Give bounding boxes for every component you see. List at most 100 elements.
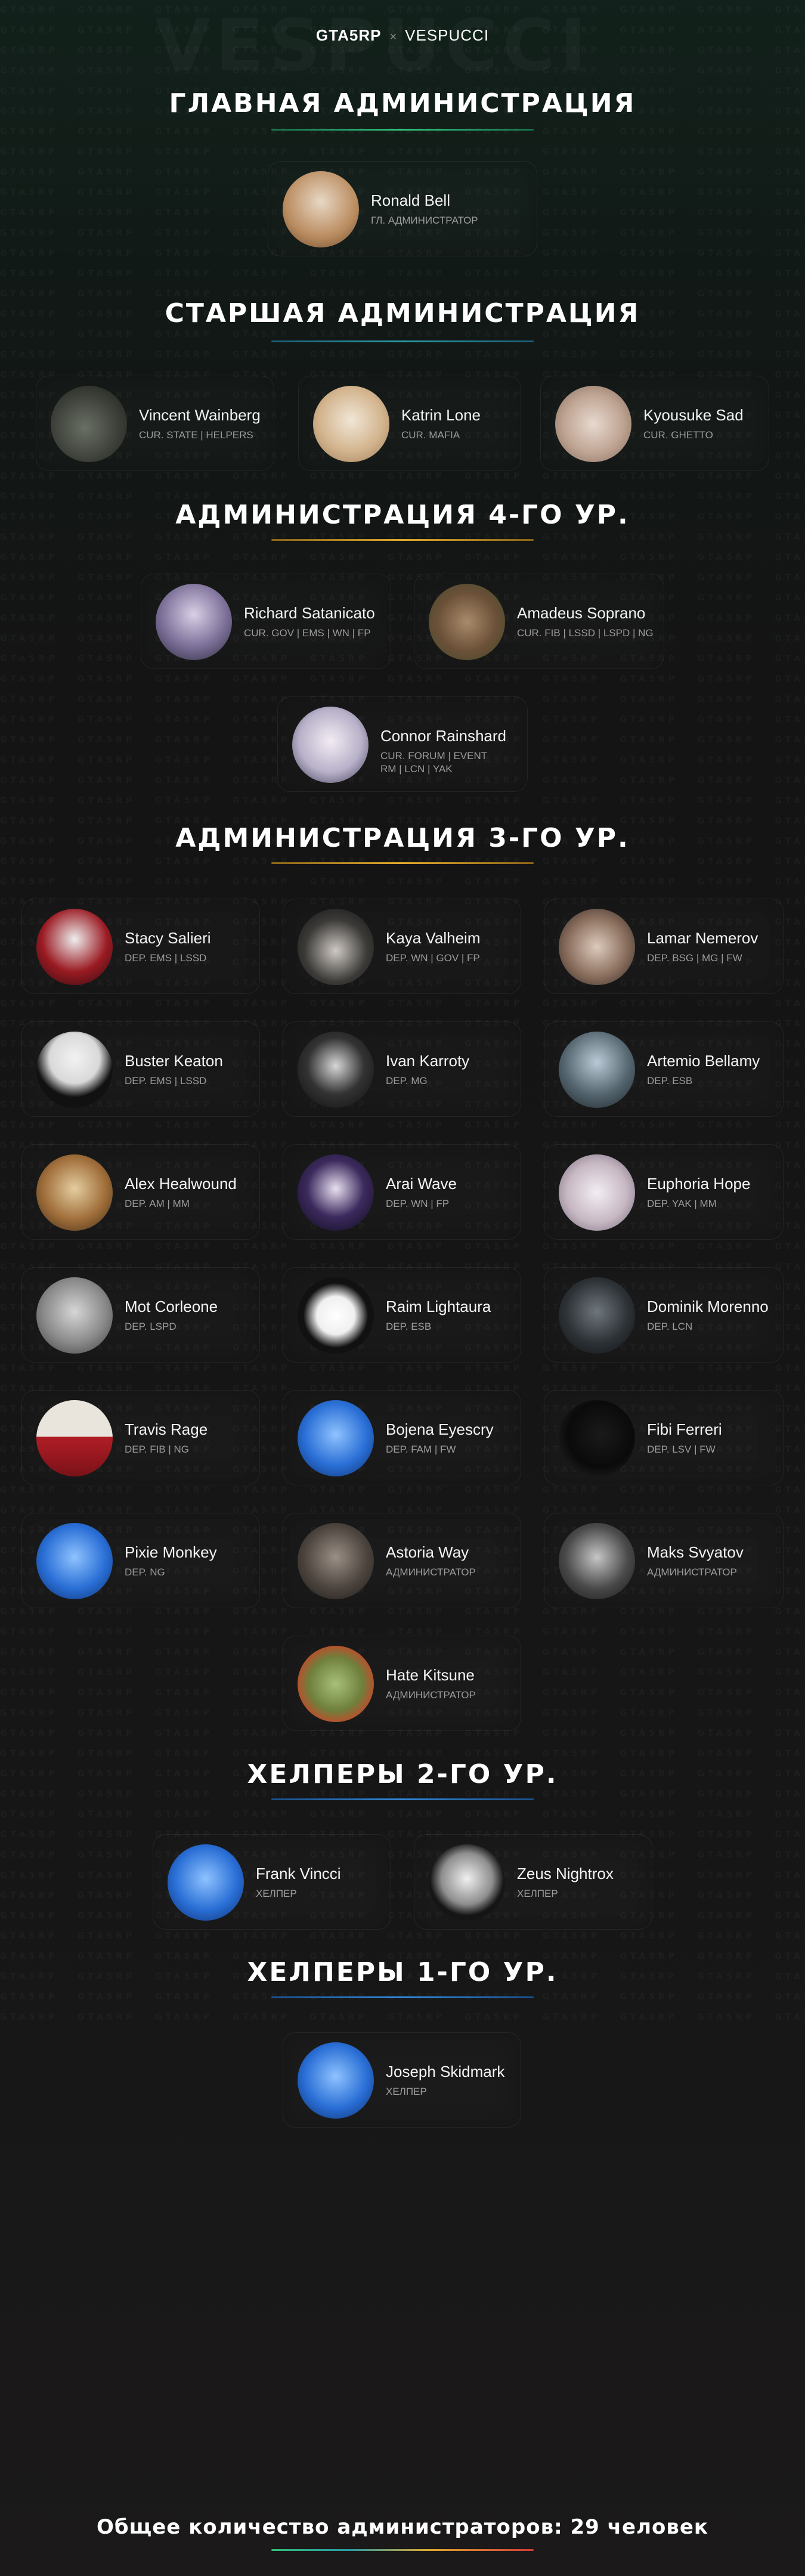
avatar (36, 1032, 113, 1108)
member-name: Travis Rage (125, 1420, 208, 1438)
section-title-lvl3: АДМИНИСТРАЦИЯ 3-ГО УР. (175, 823, 630, 853)
avatar (313, 386, 389, 462)
member-card[interactable]: Vincent Wainberg CUR. STATE | HELPERS (36, 376, 274, 471)
section-title-helpers1: ХЕЛПЕРЫ 1-ГО УР. (247, 1957, 558, 1987)
member-role: DEP. WN | GOV | FP (386, 952, 480, 964)
member-card[interactable]: Joseph Skidmark ХЕЛПЕР (283, 2032, 521, 2128)
member-card[interactable]: Connor Rainshard CUR. FORUM | EVENT RM |… (277, 696, 528, 792)
member-card[interactable]: Ronald Bell ГЛ. АДМИНИСТРАТОР (268, 161, 537, 256)
background-watermark-logo: VESPUCCI (155, 5, 591, 88)
avatar (168, 1844, 244, 1921)
member-card[interactable]: Richard Satanicato CUR. GOV | EMS | WN |… (141, 574, 391, 669)
member-card[interactable]: Dominik Morenno DEP. LCN (544, 1267, 784, 1363)
avatar (429, 584, 505, 660)
section-title-lvl4: АДМИНИСТРАЦИЯ 4-ГО УР. (175, 500, 630, 530)
member-role: DEP. EMS | LSSD (125, 952, 207, 964)
member-card[interactable]: Astoria Way АДМИНИСТРАТОР (283, 1513, 521, 1608)
member-role: DEP. AM | MM (125, 1198, 190, 1209)
member-role: ХЕЛПЕР (386, 2086, 427, 2097)
section-underline (271, 539, 534, 541)
member-card[interactable]: Hate Kitsune АДМИНИСТРАТОР (283, 1636, 521, 1731)
avatar (36, 1523, 113, 1599)
avatar (429, 1844, 505, 1921)
member-name: Frank Vincci (256, 1865, 341, 1883)
member-role: CUR. STATE | HELPERS (139, 429, 253, 441)
member-role: CUR. FORUM | EVENT RM | LCN | YAK (380, 750, 488, 775)
member-name: Mot Corleone (125, 1298, 218, 1315)
member-name: Artemio Bellamy (647, 1052, 760, 1070)
brand-header: GTA5RP × VESPUCCI (0, 26, 805, 45)
member-role: АДМИНИСТРАТОР (386, 1689, 476, 1701)
member-card[interactable]: Ivan Karroty DEP. MG (283, 1021, 521, 1117)
member-name: Maks Svyatov (647, 1543, 744, 1561)
member-role: ХЕЛПЕР (517, 1888, 558, 1899)
member-name: Lamar Nemerov (647, 929, 758, 947)
brand-vespucci: VESPUCCI (405, 26, 490, 44)
member-card[interactable]: Kaya Valheim DEP. WN | GOV | FP (283, 899, 521, 994)
avatar (36, 1154, 113, 1231)
member-name: Arai Wave (386, 1175, 457, 1193)
member-card[interactable]: Mot Corleone DEP. LSPD (21, 1267, 260, 1363)
member-role: DEP. ESB (647, 1075, 693, 1086)
member-card[interactable]: Frank Vincci ХЕЛПЕР (153, 1834, 391, 1930)
member-name: Alex Healwound (125, 1175, 237, 1193)
footer-underline (271, 2549, 534, 2551)
avatar (298, 1523, 374, 1599)
avatar (298, 1277, 374, 1354)
member-role: DEP. LSV | FW (647, 1444, 716, 1455)
member-card[interactable]: Lamar Nemerov DEP. BSG | MG | FW (544, 899, 784, 994)
avatar (559, 1277, 635, 1354)
member-role: DEP. WN | FP (386, 1198, 450, 1209)
member-card[interactable]: Amadeus Soprano CUR. FIB | LSSD | LSPD |… (414, 574, 664, 669)
section-underline (271, 1996, 534, 1998)
avatar (555, 386, 631, 462)
member-name: Stacy Salieri (125, 929, 211, 947)
member-name: Euphoria Hope (647, 1175, 751, 1193)
member-name: Katrin Lone (401, 406, 481, 424)
member-role: CUR. MAFIA (401, 429, 460, 441)
member-card[interactable]: Alex Healwound DEP. AM | MM (21, 1144, 260, 1240)
member-card[interactable]: Arai Wave DEP. WN | FP (283, 1144, 521, 1240)
avatar (298, 1154, 374, 1231)
section-title-helpers2: ХЕЛПЕРЫ 2-ГО УР. (247, 1759, 558, 1789)
member-role: АДМИНИСТРАТОР (647, 1566, 737, 1578)
member-name: Connor Rainshard (380, 727, 507, 745)
member-name: Vincent Wainberg (139, 406, 261, 424)
member-name: Astoria Way (386, 1543, 469, 1561)
member-role: DEP. FIB | NG (125, 1444, 190, 1455)
member-card[interactable]: Fibi Ferreri DEP. LSV | FW (544, 1390, 784, 1485)
member-card[interactable]: Kyousuke Sad CUR. GHETTO (540, 376, 769, 471)
member-card[interactable]: Raim Lightaura DEP. ESB (283, 1267, 521, 1363)
avatar (559, 909, 635, 985)
section-title-senior: СТАРШАЯ АДМИНИСТРАЦИЯ (165, 298, 640, 329)
avatar (298, 1646, 374, 1722)
member-card[interactable]: Bojena Eyescry DEP. FAM | FW (283, 1390, 521, 1485)
member-card[interactable]: Katrin Lone CUR. MAFIA (298, 376, 521, 471)
member-card[interactable]: Maks Svyatov АДМИНИСТРАТОР (544, 1513, 784, 1608)
member-name: Buster Keaton (125, 1052, 223, 1070)
member-card[interactable]: Pixie Monkey DEP. NG (21, 1513, 260, 1608)
member-role: DEP. NG (125, 1566, 165, 1578)
brand-separator: × (389, 30, 397, 44)
member-card[interactable]: Travis Rage DEP. FIB | NG (21, 1390, 260, 1485)
section-underline (271, 340, 534, 342)
member-role: CUR. GOV | EMS | WN | FP (244, 627, 371, 639)
member-name: Joseph Skidmark (386, 2063, 505, 2080)
member-name: Bojena Eyescry (386, 1420, 494, 1438)
member-name: Richard Satanicato (244, 604, 375, 622)
member-card[interactable]: Euphoria Hope DEP. YAK | MM (544, 1144, 784, 1240)
member-name: Hate Kitsune (386, 1666, 475, 1684)
member-name: Fibi Ferreri (647, 1420, 722, 1438)
member-role: ГЛ. АДМИНИСТРАТОР (371, 215, 478, 226)
member-card[interactable]: Artemio Bellamy DEP. ESB (544, 1021, 784, 1117)
member-card[interactable]: Buster Keaton DEP. EMS | LSSD (21, 1021, 260, 1117)
member-card[interactable]: Zeus Nightrox ХЕЛПЕР (414, 1834, 652, 1930)
section-underline (271, 862, 534, 864)
member-role: DEP. EMS | LSSD (125, 1075, 207, 1086)
member-role: DEP. YAK | MM (647, 1198, 717, 1209)
avatar (283, 171, 359, 247)
member-name: Dominik Morenno (647, 1298, 769, 1315)
member-role: DEP. BSG | MG | FW (647, 952, 742, 964)
member-card[interactable]: Stacy Salieri DEP. EMS | LSSD (21, 899, 260, 994)
member-name: Ronald Bell (371, 191, 450, 209)
